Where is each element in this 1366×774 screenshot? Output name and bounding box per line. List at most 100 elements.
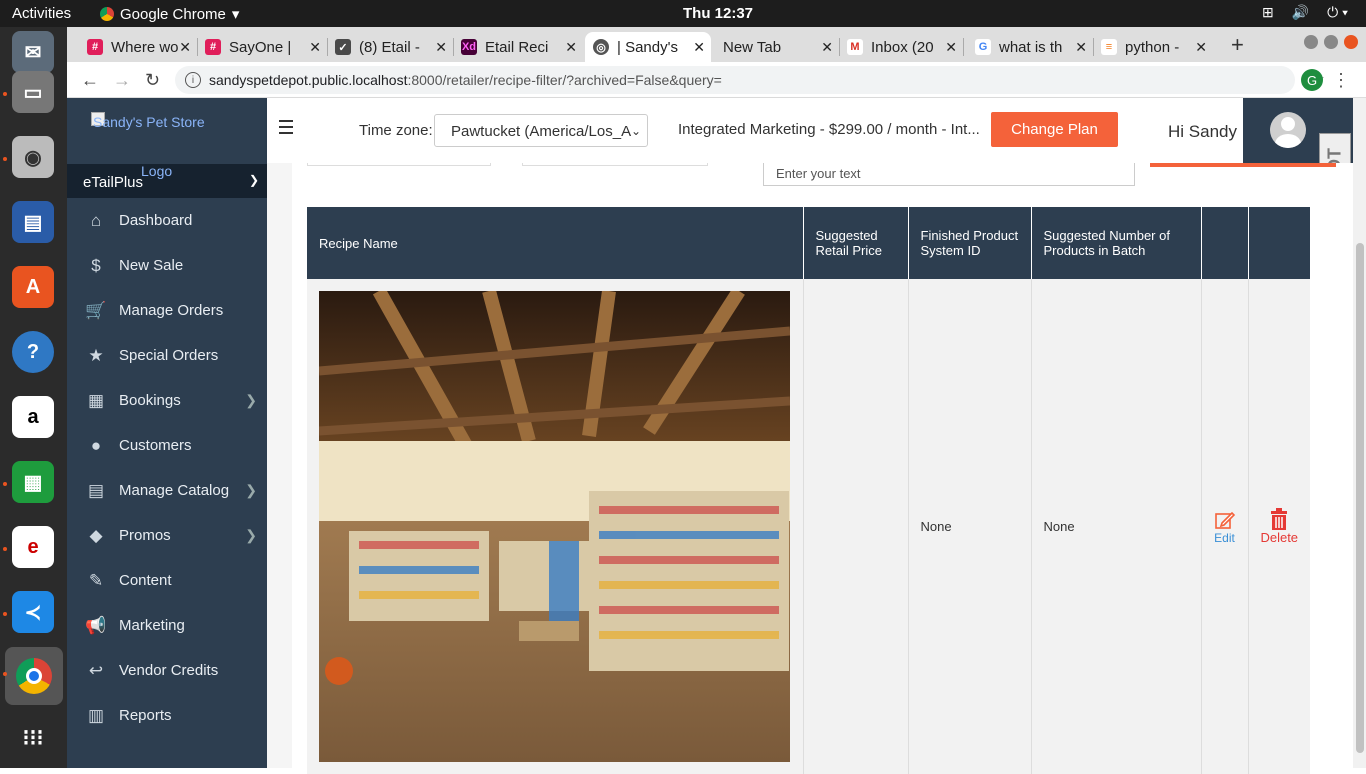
logo-text: Logo [141,163,173,179]
tab-3[interactable]: Xd Etail Reci ✕ [453,32,583,62]
top-header: Time zone: Pawtucket (America/Los_A ⌄ Int… [267,98,1243,163]
rhythmbox-icon[interactable]: ◉ [12,136,54,178]
writer-app-icon[interactable]: ▤ [12,201,54,243]
col-system-id[interactable]: Finished Product System ID [908,207,1032,279]
delete-cell: Delete [1248,279,1310,774]
close-icon[interactable]: ✕ [309,39,321,56]
megaphone-icon: 📢 [85,615,107,635]
hamburger-menu-icon[interactable] [279,120,293,138]
close-icon[interactable]: ✕ [693,39,705,56]
sidebar-item-reports[interactable]: ▥ Reports [67,693,267,738]
close-icon[interactable]: ✕ [945,39,957,56]
minimize-icon[interactable] [1304,35,1318,49]
page-scrollbar[interactable] [1353,98,1366,768]
sidebar-item-label: Bookings [119,392,181,409]
chevron-right-icon: ❯ [245,482,257,498]
menu-dots-icon[interactable]: ⋮ [1332,70,1350,91]
col-batch-count[interactable]: Suggested Number of Products in Batch [1031,207,1202,279]
close-icon[interactable]: ✕ [435,39,447,56]
chevron-right-icon: ❯ [245,527,257,543]
maximize-icon[interactable] [1324,35,1338,49]
back-icon[interactable]: ← [81,70,99,91]
tab-title: Where wo [111,38,179,56]
forward-icon[interactable]: → [113,70,131,91]
edit-icon [1214,511,1235,529]
clock[interactable]: Thu 12:37 [683,5,753,22]
chevron-right-icon: ❯ [245,392,257,408]
sidebar-item-manage-catalog[interactable]: ▤ Manage Catalog ❯ [67,468,267,513]
url-input[interactable]: i sandyspetdepot.public.localhost:8000/r… [175,66,1325,94]
main-content: Enter your text Recipe Name Suggested Re… [267,163,1353,774]
plan-info: Integrated Marketing - $299.00 / month -… [678,121,980,138]
edit-cell: Edit [1201,279,1249,774]
col-delete [1248,207,1310,279]
delete-button[interactable]: Delete [1260,508,1298,545]
sidebar-item-customers[interactable]: ● Customers [67,423,267,468]
gmail-icon: M [847,39,863,55]
search-button[interactable] [1150,163,1336,167]
activities-button[interactable]: Activities [12,5,71,22]
search-input[interactable]: Enter your text [763,163,1135,186]
close-icon[interactable]: ✕ [1195,39,1207,56]
col-recipe-name[interactable]: Recipe Name [307,207,804,279]
slack-icon: # [87,39,103,55]
help-icon[interactable]: ? [12,331,54,373]
sidebar-item-vendor-credits[interactable]: ↩ Vendor Credits [67,648,267,693]
sidebar-item-dashboard[interactable]: ⌂ Dashboard [67,198,267,243]
tab-7[interactable]: Gwhat is th ✕ [967,32,1094,62]
reload-icon[interactable]: ↻ [145,70,160,91]
sidebar-item-promos[interactable]: ◆ Promos ❯ [67,513,267,558]
filter-field-1[interactable] [307,163,491,166]
close-window-icon[interactable] [1344,35,1358,49]
brand-switcher[interactable]: eTailPlus Logo ❯ [67,163,267,198]
files-app-icon[interactable]: ▭ [12,71,54,113]
site-info-icon[interactable]: i [185,72,201,88]
chrome-dock-icon[interactable] [5,647,63,705]
pdf-viewer-icon[interactable]: e [12,526,54,568]
chevron-down-icon: ⌄ [630,124,641,138]
sidebar-item-special-orders[interactable]: ★ Special Orders [67,333,267,378]
logo-area[interactable]: Sandy's Pet Store [67,98,267,164]
profile-avatar[interactable]: G [1301,69,1323,91]
recipe-image[interactable] [319,291,790,762]
amazon-icon[interactable]: a [12,396,54,438]
close-icon[interactable]: ✕ [1075,39,1087,56]
app-grid-icon[interactable]: ⁝⁝⁝ [12,717,54,759]
close-icon[interactable]: ✕ [565,39,577,56]
timezone-select[interactable]: Pawtucket (America/Los_A ⌄ [434,114,648,147]
close-icon[interactable]: ✕ [179,39,191,56]
calc-app-icon[interactable]: ▦ [12,461,54,503]
os-top-bar: Activities Google Chrome ▾ Thu 12:37 ⊞ 🔊 ⏻… [0,0,1366,27]
filter-field-2[interactable] [522,163,708,166]
change-plan-button[interactable]: Change Plan [991,112,1118,147]
new-tab-button[interactable]: + [1231,32,1244,58]
sidebar-item-marketing[interactable]: 📢 Marketing [67,603,267,648]
tab-5[interactable]: New Tab ✕ [715,32,840,62]
edit-icon: ✎ [88,570,104,590]
sidebar-item-new-sale[interactable]: $ New Sale [67,243,267,288]
tab-6[interactable]: M Inbox (20 ✕ [839,32,964,62]
edit-button[interactable]: Edit [1214,509,1236,545]
software-center-icon[interactable]: A [12,266,54,308]
catalog-icon: ▤ [87,480,105,500]
avatar[interactable] [1270,112,1306,148]
vscode-icon[interactable]: ≺ [12,591,54,633]
close-icon[interactable]: ✕ [821,39,833,56]
tab-0[interactable]: # Where wo ✕ [79,32,198,62]
tab-1[interactable]: # SayOne | ✕ [197,32,328,62]
window-controls[interactable] [1304,35,1358,49]
mail-app-icon[interactable]: ✉ [12,31,54,73]
tab-2[interactable]: ✓ (8) Etail - ✕ [327,32,454,62]
app-menu[interactable]: Google Chrome ▾ [100,5,239,23]
system-tray[interactable]: ⊞ 🔊 ⏻ ▾ [1262,4,1348,21]
sidebar-item-manage-orders[interactable]: 🛒 Manage Orders [67,288,267,333]
sidebar-item-bookings[interactable]: ▦ Bookings ❯ [67,378,267,423]
chrome-icon [100,7,114,21]
tab-title: what is th [999,38,1063,56]
sidebar-item-content[interactable]: ✎ Content [67,558,267,603]
col-retail-price[interactable]: Suggested Retail Price [803,207,909,279]
sidebar-item-label: Customers [119,437,192,454]
tab-8[interactable]: ≡ python - ✕ [1093,32,1213,62]
tab-4-active[interactable]: ◎ | Sandy's ✕ [585,32,711,62]
scrollbar-thumb[interactable] [1356,243,1364,753]
